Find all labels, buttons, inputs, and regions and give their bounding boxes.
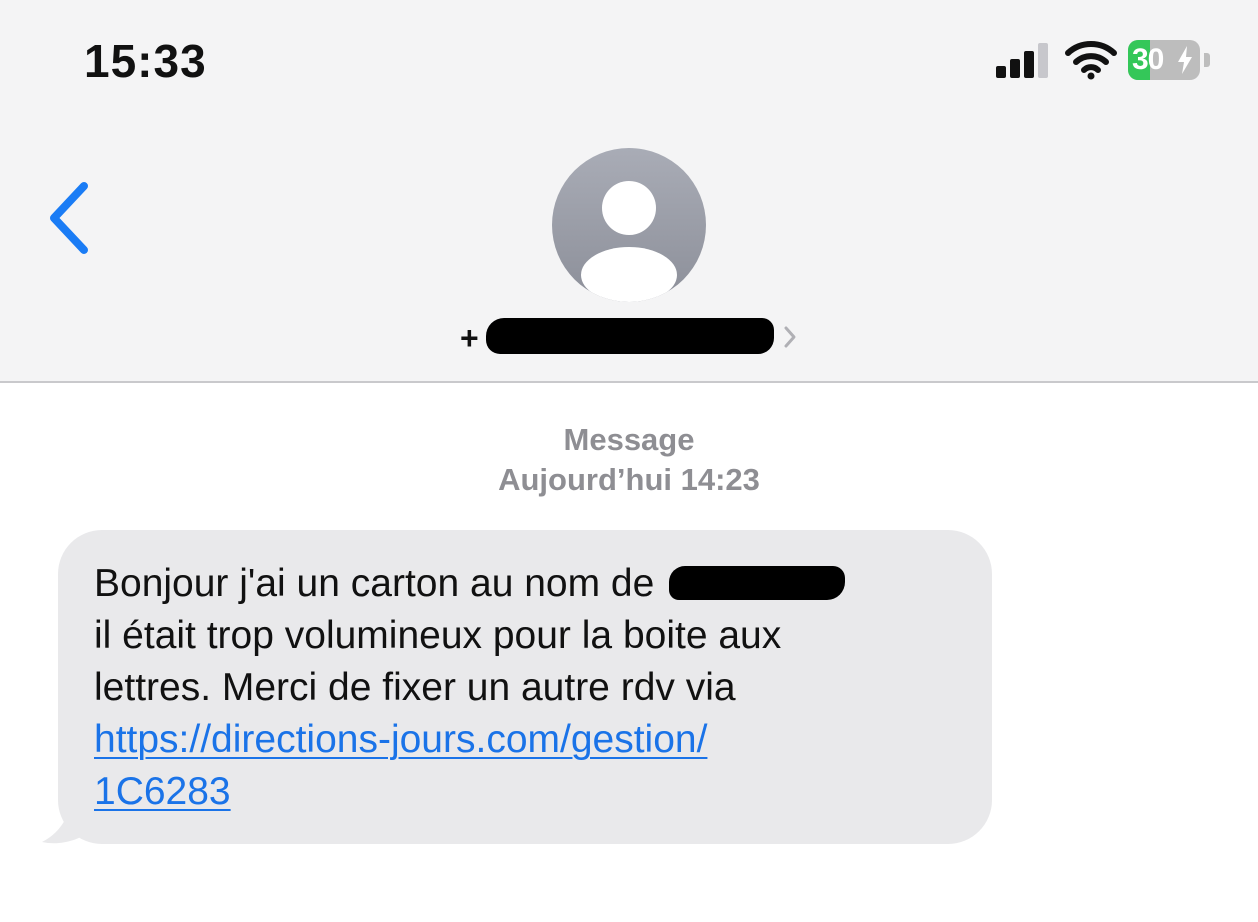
person-placeholder-icon	[581, 181, 677, 302]
message-link-line-2[interactable]: 1C6283	[94, 766, 974, 818]
message-line-2: il était trop volumineux pour la boite a…	[94, 614, 782, 657]
redacted-phone-number	[486, 318, 774, 354]
cellular-signal-icon	[996, 43, 1048, 78]
message-line-3: lettres. Merci de fixer un autre rdv via	[94, 666, 736, 709]
message-line-1-text: Bonjour j'ai un carton au nom de	[94, 562, 655, 605]
contact-name-button[interactable]: +	[458, 312, 818, 364]
contact-number-prefix: +	[460, 320, 479, 356]
battery-cap	[1204, 53, 1210, 67]
battery-level: 30	[1132, 43, 1164, 76]
messages-screen: 15:33 30 + Message Aujourd’hui 14:23 Bon…	[0, 0, 1258, 922]
conversation-header: 15:33 30 +	[0, 0, 1258, 383]
message-body: Bonjour j'ai un carton au nom de il étai…	[94, 558, 974, 818]
charging-bolt-icon	[1178, 46, 1192, 74]
redacted-name	[669, 566, 846, 600]
message-link-line-1[interactable]: https://directions-jours.com/gestion/	[94, 714, 974, 766]
status-time: 15:33	[84, 35, 207, 87]
service-label: Message	[563, 422, 695, 457]
message-timestamp: Aujourd’hui 14:23	[498, 462, 760, 497]
back-button[interactable]	[40, 176, 100, 260]
message-line-1: Bonjour j'ai un carton au nom de	[94, 558, 974, 610]
chevron-right-icon	[784, 326, 796, 348]
wifi-icon	[1065, 41, 1117, 80]
battery-icon: 30	[1128, 40, 1212, 82]
contact-avatar[interactable]	[552, 148, 706, 302]
